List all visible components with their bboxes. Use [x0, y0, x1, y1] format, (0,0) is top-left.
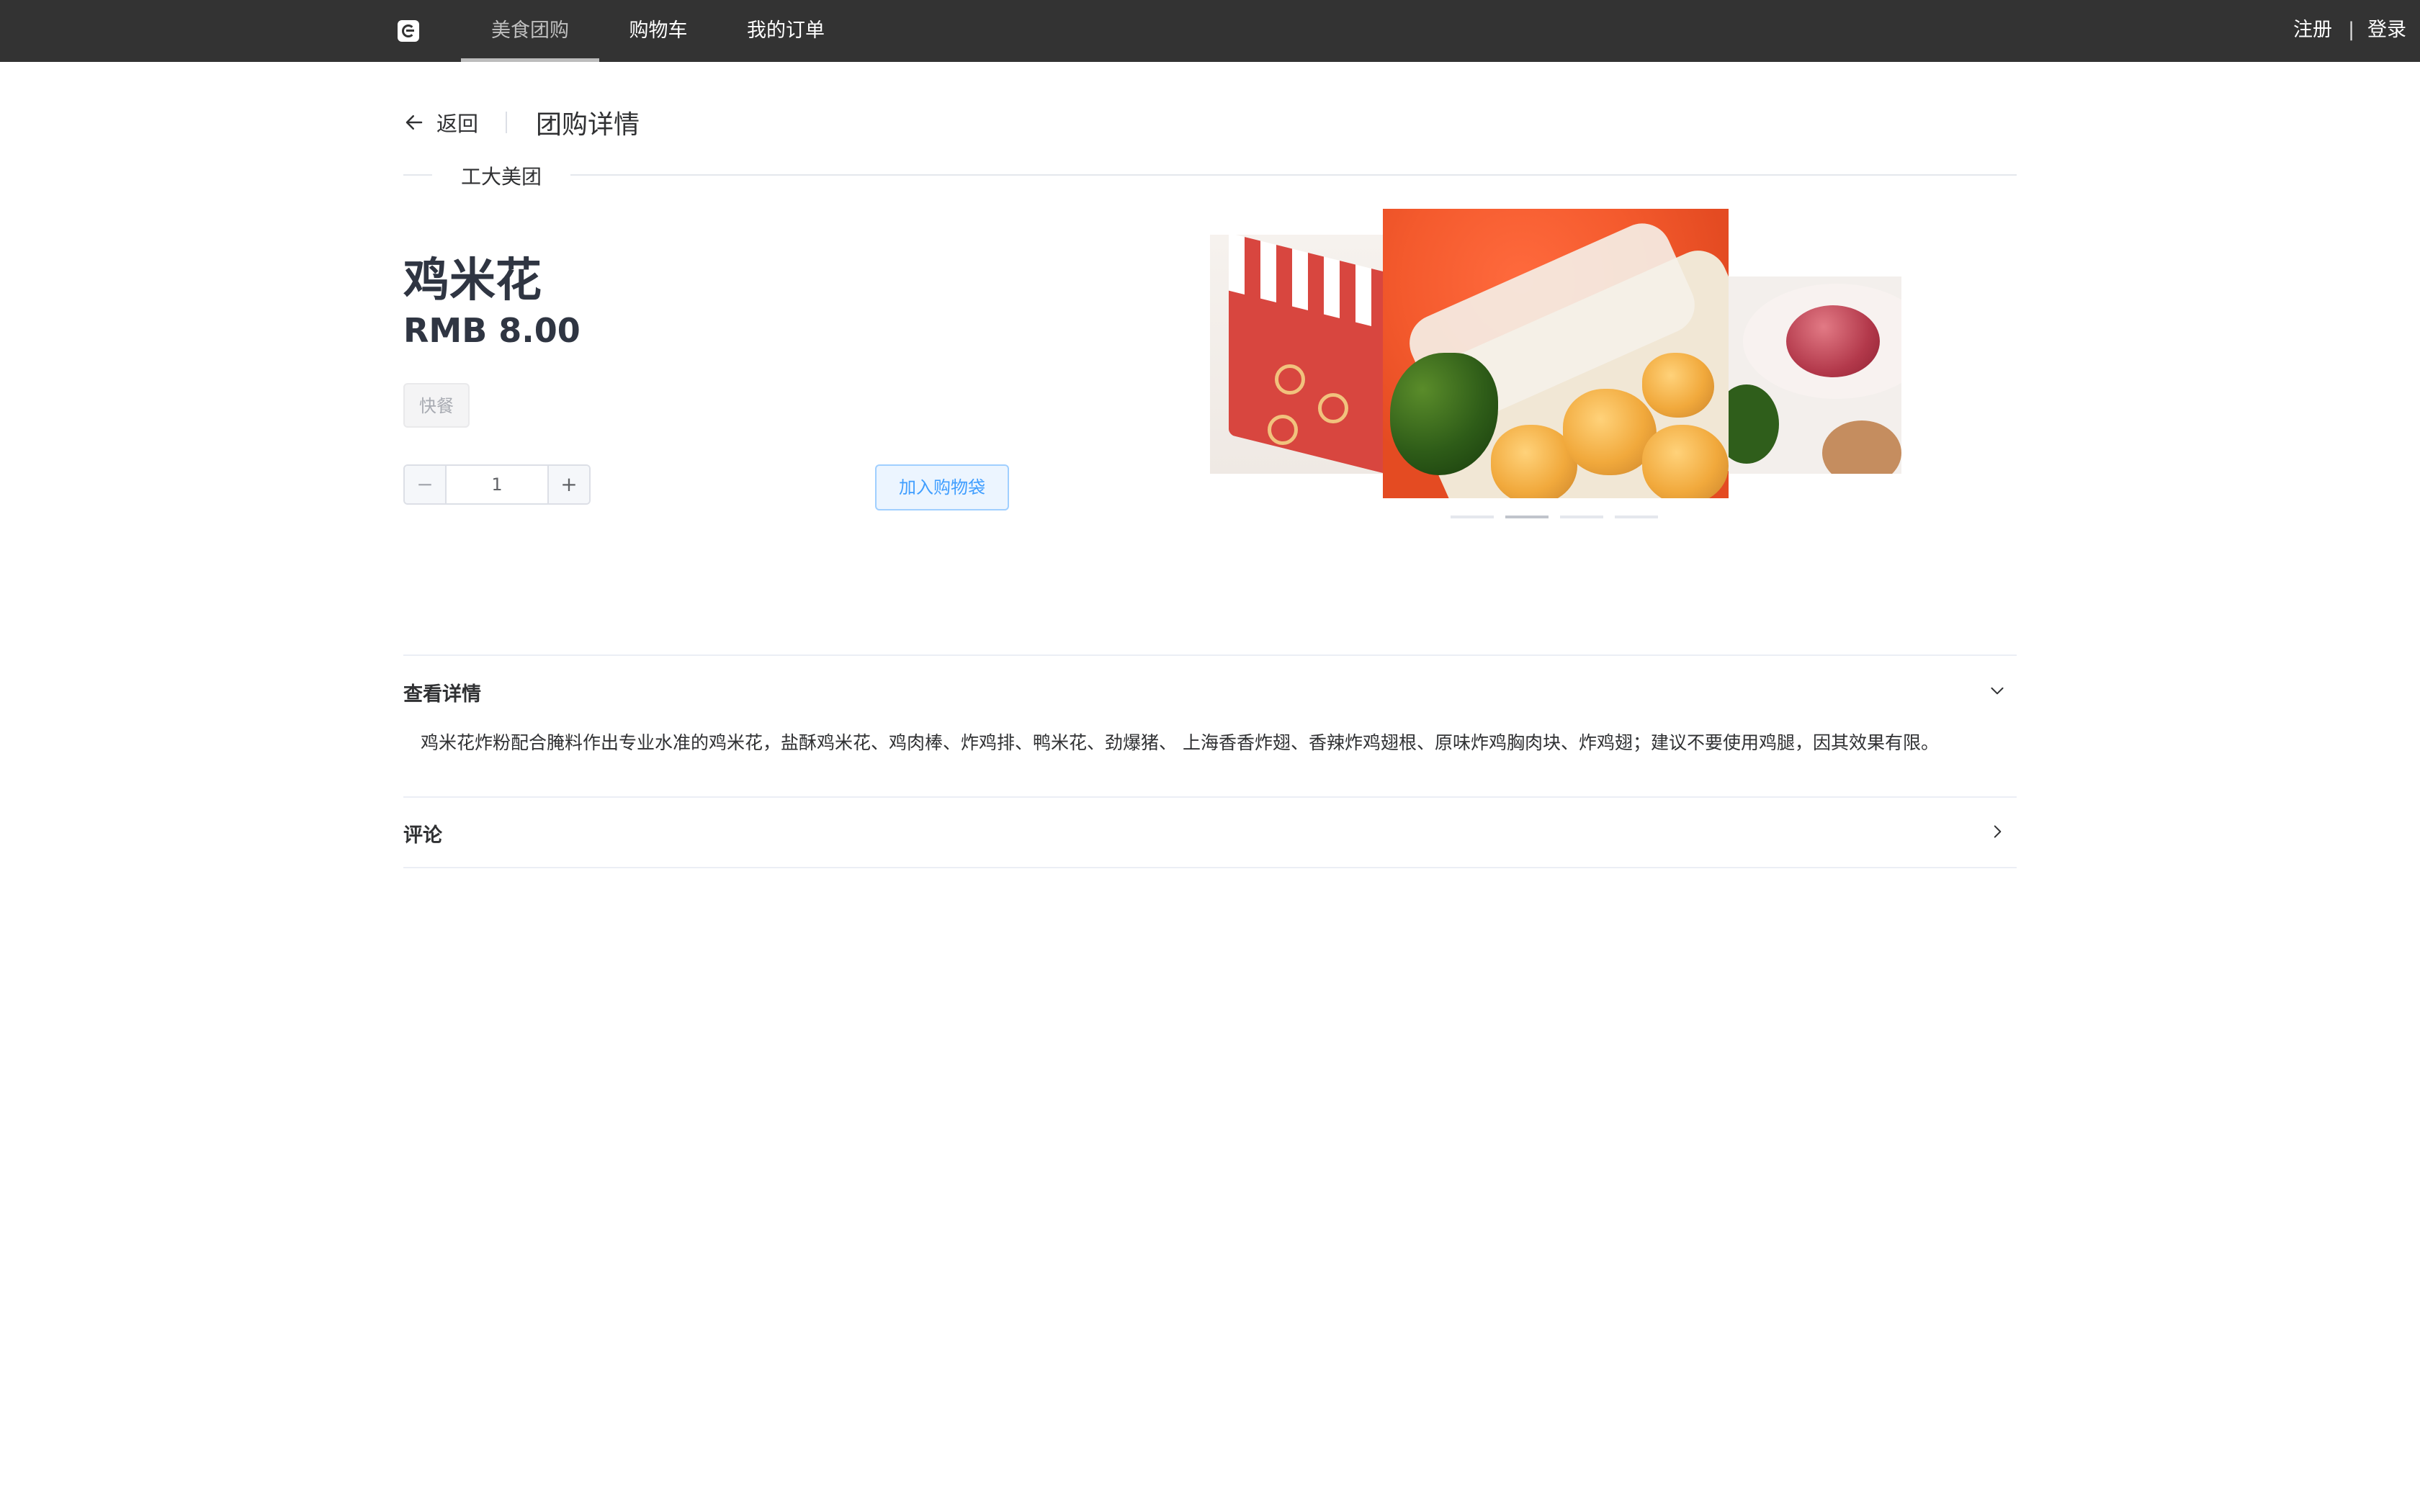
merchant-name: 工大美团 — [461, 165, 542, 189]
product-description: 鸡米花炸粉配合腌料作出专业水准的鸡米花，盐酥鸡米花、鸡肉棒、炸鸡排、鸭米花、劲爆… — [421, 732, 1939, 753]
quantity-stepper: − 1 + — [403, 464, 591, 505]
divider-line-right — [570, 174, 2017, 176]
header-divider — [506, 112, 507, 133]
increase-button[interactable]: + — [547, 466, 589, 503]
add-to-cart-button[interactable]: 加入购物袋 — [875, 464, 1009, 510]
register-link[interactable]: 注册 — [2293, 0, 2332, 62]
divider-line-left — [403, 174, 432, 176]
carousel-slide-active[interactable] — [1383, 209, 1729, 498]
back-label: 返回 — [436, 112, 479, 136]
chevron-down-icon[interactable] — [1988, 681, 2007, 700]
section-divider — [403, 867, 2017, 868]
category-tag: 快餐 — [403, 383, 470, 428]
quantity-input[interactable]: 1 — [447, 466, 547, 503]
carousel-slide-next[interactable] — [1714, 276, 1901, 474]
nav-item-my-orders[interactable]: 我的订单 — [739, 0, 833, 62]
nav-item-food-group-buy[interactable]: 美食团购 — [461, 0, 599, 62]
section-divider — [403, 654, 2017, 656]
product-image-carousel[interactable] — [1210, 209, 1901, 526]
arrow-left-icon — [405, 115, 423, 130]
carousel-indicators — [1451, 516, 1658, 518]
product-name: 鸡米花 — [403, 254, 542, 307]
top-navbar: 美食团购 购物车 我的订单 注册 | 登录 — [0, 0, 2420, 62]
back-button[interactable]: 返回 — [403, 107, 478, 138]
carousel-indicator[interactable] — [1451, 516, 1494, 518]
details-collapse-header[interactable]: 查看详情 — [403, 678, 481, 706]
product-price: RMB 8.00 — [403, 311, 581, 350]
login-link[interactable]: 登录 — [2367, 0, 2406, 62]
carousel-slide-prev[interactable] — [1210, 235, 1397, 474]
page-title: 团购详情 — [536, 110, 640, 140]
auth-separator: | — [2348, 19, 2355, 41]
carousel-indicator[interactable] — [1615, 516, 1658, 518]
app-logo-icon[interactable] — [398, 20, 419, 42]
decrease-button[interactable]: − — [405, 466, 447, 503]
carousel-indicator[interactable] — [1560, 516, 1603, 518]
chevron-right-icon[interactable] — [1988, 822, 2007, 841]
carousel-indicator-active[interactable] — [1505, 516, 1549, 518]
nav-item-cart[interactable]: 购物车 — [615, 0, 702, 62]
section-divider — [403, 796, 2017, 798]
comments-collapse-header[interactable]: 评论 — [403, 819, 442, 847]
